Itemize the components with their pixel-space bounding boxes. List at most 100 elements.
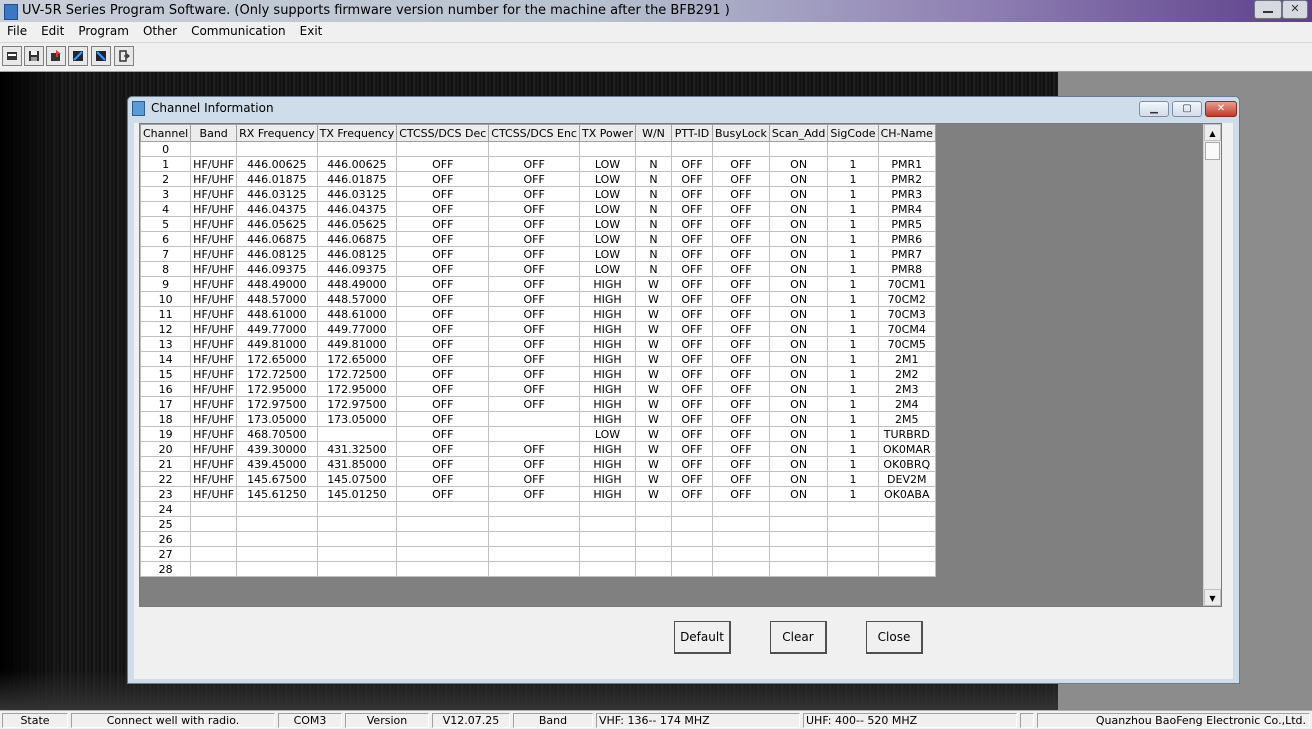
table-cell[interactable] — [827, 561, 879, 577]
table-cell[interactable]: 1 — [827, 411, 879, 427]
table-cell[interactable]: OFF — [396, 321, 490, 337]
table-cell[interactable] — [671, 501, 713, 517]
table-cell[interactable]: OK0BRQ — [877, 456, 936, 472]
table-row[interactable]: 1 HF/UHF 446.00625 446.00625 OFF OFF LOW N OFF OF… — [140, 156, 936, 172]
table-cell[interactable]: HF/UHF — [190, 201, 238, 217]
table-cell[interactable]: OFF — [712, 441, 770, 457]
table-cell[interactable] — [316, 516, 398, 532]
table-row[interactable]: 17 HF/UHF 172.97500 172.97500 OFF OFF HIGH W OFF… — [140, 396, 936, 412]
menu-other[interactable]: Other — [136, 22, 184, 40]
table-cell[interactable]: N — [635, 171, 672, 187]
table-cell[interactable]: N — [635, 261, 672, 277]
table-cell[interactable]: OFF — [488, 216, 580, 232]
table-cell[interactable] — [712, 141, 770, 157]
read-radio-button[interactable] — [46, 46, 66, 66]
table-cell[interactable]: OFF — [488, 276, 580, 292]
open-button[interactable] — [2, 46, 22, 66]
table-cell[interactable]: OFF — [671, 336, 713, 352]
table-cell[interactable]: OFF — [712, 261, 770, 277]
table-cell[interactable]: DEV2M — [877, 471, 936, 487]
clear-button[interactable]: Clear — [770, 621, 827, 654]
table-cell[interactable]: 70CM5 — [877, 336, 936, 352]
table-cell[interactable]: LOW — [578, 201, 637, 217]
table-cell[interactable]: OFF — [396, 381, 490, 397]
table-cell[interactable]: 2M1 — [877, 351, 936, 367]
table-row[interactable]: 9 HF/UHF 448.49000 448.49000 OFF OFF HIGH W OFF O… — [140, 276, 936, 292]
app-close-button[interactable]: ✕ — [1282, 0, 1308, 19]
table-cell[interactable]: 14 — [140, 351, 192, 367]
table-cell[interactable]: W — [635, 381, 672, 397]
table-cell[interactable]: OFF — [488, 201, 580, 217]
table-cell[interactable]: OFF — [712, 381, 770, 397]
table-cell[interactable]: 10 — [140, 291, 192, 307]
table-cell[interactable]: 446.08125 — [316, 246, 398, 262]
table-row[interactable]: 26 — [140, 531, 936, 547]
table-cell[interactable]: 446.05625 — [316, 216, 398, 232]
table-cell[interactable]: ON — [768, 456, 829, 472]
table-cell[interactable]: ON — [768, 171, 829, 187]
column-header[interactable]: BusyLock — [712, 124, 770, 142]
table-cell[interactable] — [877, 531, 936, 547]
table-cell[interactable]: 2 — [140, 171, 192, 187]
table-cell[interactable]: TURBRD — [877, 426, 936, 442]
table-cell[interactable]: OFF — [712, 171, 770, 187]
table-cell[interactable] — [768, 561, 829, 577]
table-cell[interactable] — [316, 561, 398, 577]
table-cell[interactable] — [190, 561, 238, 577]
column-header[interactable]: CTCSS/DCS Dec — [396, 124, 490, 142]
table-cell[interactable] — [578, 561, 637, 577]
save-button[interactable] — [24, 46, 44, 66]
table-row[interactable]: 25 — [140, 516, 936, 532]
table-cell[interactable]: OFF — [671, 156, 713, 172]
window-maximize-button[interactable]: ▢ — [1172, 101, 1202, 117]
table-cell[interactable]: HIGH — [578, 366, 637, 382]
table-cell[interactable]: ON — [768, 276, 829, 292]
table-cell[interactable]: 431.85000 — [316, 456, 398, 472]
table-cell[interactable]: HF/UHF — [190, 366, 238, 382]
table-cell[interactable]: HF/UHF — [190, 411, 238, 427]
table-cell[interactable]: OFF — [671, 201, 713, 217]
table-cell[interactable]: 0 — [140, 141, 192, 157]
table-cell[interactable]: HF/UHF — [190, 216, 238, 232]
table-cell[interactable]: LOW — [578, 156, 637, 172]
table-cell[interactable]: 13 — [140, 336, 192, 352]
table-row[interactable]: 7 HF/UHF 446.08125 446.08125 OFF OFF LOW N OFF OF… — [140, 246, 936, 262]
column-header[interactable]: Channel — [140, 124, 192, 142]
table-cell[interactable]: OFF — [671, 276, 713, 292]
table-cell[interactable]: OFF — [488, 381, 580, 397]
table-cell[interactable]: 4 — [140, 201, 192, 217]
table-cell[interactable]: 1 — [827, 471, 879, 487]
table-cell[interactable]: 1 — [827, 321, 879, 337]
table-cell[interactable] — [877, 546, 936, 562]
table-cell[interactable]: LOW — [578, 246, 637, 262]
table-cell[interactable]: 431.32500 — [316, 441, 398, 457]
table-cell[interactable]: 173.05000 — [316, 411, 398, 427]
table-cell[interactable]: OFF — [671, 291, 713, 307]
table-row[interactable]: 11 HF/UHF 448.61000 448.61000 OFF OFF HIGH W OFF… — [140, 306, 936, 322]
table-cell[interactable]: HF/UHF — [190, 486, 238, 502]
table-row[interactable]: 6 HF/UHF 446.06875 446.06875 OFF OFF LOW N OFF OF… — [140, 231, 936, 247]
table-cell[interactable] — [488, 501, 580, 517]
table-cell[interactable]: W — [635, 441, 672, 457]
table-cell[interactable]: 28 — [140, 561, 192, 577]
table-cell[interactable]: OFF — [671, 471, 713, 487]
table-cell[interactable]: N — [635, 201, 672, 217]
table-cell[interactable]: 449.81000 — [316, 336, 398, 352]
table-row[interactable]: 15 HF/UHF 172.72500 172.72500 OFF OFF HIGH W OFF… — [140, 366, 936, 382]
table-cell[interactable]: OFF — [671, 306, 713, 322]
table-cell[interactable]: 21 — [140, 456, 192, 472]
table-cell[interactable]: HF/UHF — [190, 321, 238, 337]
table-cell[interactable]: 70CM2 — [877, 291, 936, 307]
table-cell[interactable]: 449.77000 — [236, 321, 318, 337]
table-cell[interactable]: HIGH — [578, 456, 637, 472]
table-cell[interactable]: 2M2 — [877, 366, 936, 382]
table-cell[interactable]: 1 — [827, 276, 879, 292]
table-cell[interactable]: OFF — [671, 396, 713, 412]
table-cell[interactable]: HIGH — [578, 336, 637, 352]
table-cell[interactable]: OFF — [488, 186, 580, 202]
table-cell[interactable]: OFF — [712, 411, 770, 427]
table-cell[interactable]: 5 — [140, 216, 192, 232]
table-cell[interactable]: OFF — [712, 306, 770, 322]
table-cell[interactable]: OFF — [712, 276, 770, 292]
table-cell[interactable]: 172.65000 — [316, 351, 398, 367]
